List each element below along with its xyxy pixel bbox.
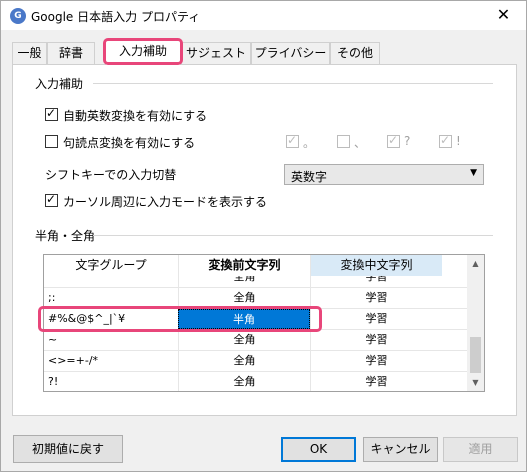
tab-privacy[interactable]: プライバシー xyxy=(251,42,330,64)
shift-key-select-value: 英数字 xyxy=(291,170,328,184)
auto-alnum-checkbox[interactable] xyxy=(45,106,58,121)
column-header-before[interactable]: 変換前文字列 xyxy=(178,255,310,276)
punct-option-comma-checkbox[interactable] xyxy=(337,135,350,148)
punct-option-comma-label: 、 xyxy=(354,136,367,150)
punctuation-checkbox[interactable] xyxy=(45,135,58,148)
grid-scrollbar[interactable]: ▲ ▼ xyxy=(467,255,484,391)
punctuation-label: 句読点変換を有効にする xyxy=(63,136,196,150)
apply-button[interactable]: 適用 xyxy=(443,437,518,462)
tab-dictionary[interactable]: 辞書 xyxy=(47,42,95,64)
ok-button[interactable]: OK xyxy=(281,437,356,462)
table-row[interactable]: <>=+-/* 全角 学習 xyxy=(44,351,467,372)
shift-key-label: シフトキーでの入力切替 xyxy=(45,168,177,182)
cell-group: ~ xyxy=(48,333,58,346)
auto-alnum-label: 自動英数変換を有効にする xyxy=(63,109,208,123)
chevron-down-icon: ▼ xyxy=(470,168,477,178)
cursor-mode-checkbox[interactable] xyxy=(45,192,58,207)
cursor-mode-label: カーソル周辺に入力モードを表示する xyxy=(63,195,268,209)
section-title-half-full: 半角・全角 xyxy=(35,229,96,243)
row-highlight-annotation xyxy=(38,306,322,332)
table-row[interactable]: ~ 全角 学習 xyxy=(44,330,467,351)
scroll-up-icon[interactable]: ▲ xyxy=(467,255,484,272)
tab-suggest[interactable]: サジェスト xyxy=(181,42,251,64)
reset-defaults-button[interactable]: 初期値に戻す xyxy=(13,435,123,463)
punct-option-question-checkbox[interactable] xyxy=(387,133,400,148)
cell-during[interactable]: 学習 xyxy=(310,372,442,391)
tab-general[interactable]: 一般 xyxy=(12,42,47,64)
cell-group: ;: xyxy=(48,291,56,304)
title-bar: G Google 日本語入力 プロパティ ✕ xyxy=(1,1,526,30)
scroll-down-icon[interactable]: ▼ xyxy=(467,374,484,391)
table-row[interactable]: ?! 全角 学習 xyxy=(44,372,467,391)
cell-during[interactable]: 学習 xyxy=(310,309,442,329)
cell-during[interactable]: 学習 xyxy=(310,288,442,308)
window-title: Google 日本語入力 プロパティ xyxy=(31,10,201,24)
tab-other[interactable]: その他 xyxy=(330,42,380,64)
punct-option-question-label: ? xyxy=(404,134,411,148)
shift-key-select[interactable]: 英数字 ▼ xyxy=(284,164,484,185)
section-title-input-assist: 入力補助 xyxy=(35,77,84,91)
column-header-group[interactable]: 文字グループ xyxy=(44,255,178,276)
tab-highlight-annotation xyxy=(103,38,183,65)
cell-group xyxy=(48,276,176,287)
punct-option-period-label: 。 xyxy=(303,136,316,150)
properties-window: G Google 日本語入力 プロパティ ✕ 一般 辞書 入力補助 サジェスト … xyxy=(0,0,527,472)
cell-before[interactable]: 全角 xyxy=(178,330,310,350)
section-divider xyxy=(93,83,493,84)
cell-group: ?! xyxy=(48,375,59,388)
cell-before[interactable]: 全角 xyxy=(178,351,310,371)
cell-before[interactable]: 全角 xyxy=(178,372,310,391)
cell-during[interactable]: 学習 xyxy=(310,330,442,350)
punct-option-exclaim-label: ! xyxy=(456,134,461,148)
cell-during[interactable]: 学習 xyxy=(310,276,442,287)
table-row[interactable]: 全角 学習 xyxy=(44,276,467,288)
google-ime-icon: G xyxy=(10,8,26,24)
cell-before[interactable]: 全角 xyxy=(178,276,310,287)
punct-option-period-checkbox[interactable] xyxy=(286,133,299,148)
close-button[interactable]: ✕ xyxy=(481,1,526,30)
cell-group: <>=+-/* xyxy=(48,354,99,367)
column-header-during[interactable]: 変換中文字列 xyxy=(310,255,442,276)
cell-before[interactable]: 全角 xyxy=(178,288,310,308)
scroll-thumb[interactable] xyxy=(470,337,481,373)
punct-option-exclaim-checkbox[interactable] xyxy=(439,133,452,148)
cell-during[interactable]: 学習 xyxy=(310,351,442,371)
cancel-button[interactable]: キャンセル xyxy=(363,437,438,462)
section-divider xyxy=(93,235,493,236)
